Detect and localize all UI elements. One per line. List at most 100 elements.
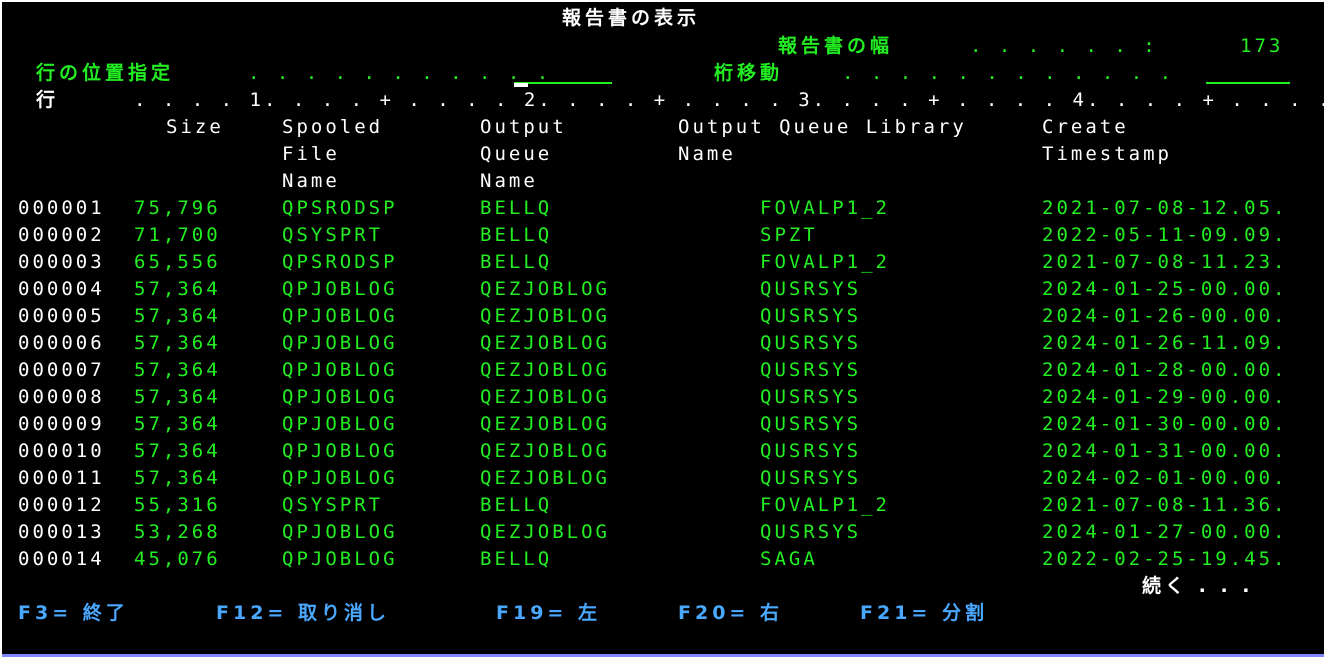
- row-number: 000012: [18, 494, 105, 516]
- table-row: 000007 57,364 QPJOBLOG QEZJOBLOG QUSRSYS…: [2, 357, 1324, 384]
- table-row: 000003 65,556 QPSRODSP BELLQ FOVALP1_2 2…: [2, 249, 1324, 276]
- row-queue-library: QUSRSYS: [760, 521, 862, 543]
- row-number: 000011: [18, 467, 105, 489]
- table-row: 000002 71,700 QSYSPRT BELLQ SPZT 2022-05…: [2, 222, 1324, 249]
- row-spooled-file: QPJOBLOG: [282, 521, 398, 543]
- row-size: 57,364: [134, 440, 221, 462]
- row-timestamp: 2024-01-25-00.00.: [1042, 278, 1288, 300]
- row-spooled-file: QPJOBLOG: [282, 305, 398, 327]
- table-row: 000010 57,364 QPJOBLOG QEZJOBLOG QUSRSYS…: [2, 438, 1324, 465]
- row-output-queue: QEZJOBLOG: [480, 305, 610, 327]
- row-spooled-file: QPJOBLOG: [282, 386, 398, 408]
- row-queue-library: QUSRSYS: [760, 413, 862, 435]
- row-output-queue: BELLQ: [480, 494, 553, 516]
- row-size: 57,364: [134, 386, 221, 408]
- shift-columns-input[interactable]: [1206, 82, 1290, 84]
- row-size: 45,076: [134, 548, 221, 570]
- row-timestamp: 2024-01-28-00.00.: [1042, 359, 1288, 381]
- table-row: 000001 75,796 QPSRODSP BELLQ FOVALP1_2 2…: [2, 195, 1324, 222]
- row-timestamp: 2021-07-08-11.23.: [1042, 251, 1288, 273]
- f12-cancel-key[interactable]: F12= 取り消し: [216, 600, 390, 627]
- row-spooled-file: QSYSPRT: [282, 224, 384, 246]
- row-timestamp: 2021-07-08-11.36.: [1042, 494, 1288, 516]
- row-number: 000002: [18, 224, 105, 246]
- row-size: 65,556: [134, 251, 221, 273]
- ruler-label: 行: [36, 89, 60, 111]
- row-output-queue: QEZJOBLOG: [480, 278, 610, 300]
- header-spooled-3: Name: [282, 170, 340, 192]
- row-queue-library: SAGA: [760, 548, 818, 570]
- row-queue-library: QUSRSYS: [760, 332, 862, 354]
- header-outq-1: Output: [480, 116, 567, 138]
- row-number: 000008: [18, 386, 105, 408]
- table-row: 000014 45,076 QPJOBLOG BELLQ SAGA 2022-0…: [2, 546, 1324, 573]
- report-width-value: 173: [1240, 35, 1284, 57]
- row-timestamp: 2024-01-29-00.00.: [1042, 386, 1288, 408]
- row-number: 000009: [18, 413, 105, 435]
- position-row-input[interactable]: [514, 82, 612, 84]
- row-timestamp: 2024-01-26-00.00.: [1042, 305, 1288, 327]
- header-size: Size: [166, 116, 224, 138]
- table-row: 000012 55,316 QSYSPRT BELLQ FOVALP1_2 20…: [2, 492, 1324, 519]
- table-row: 000004 57,364 QPJOBLOG QEZJOBLOG QUSRSYS…: [2, 276, 1324, 303]
- shift-columns-dots: . . . . . . . . . . . .: [842, 62, 1175, 84]
- position-row-dots: . . . . . . . . . . .: [248, 62, 552, 84]
- row-spooled-file: QPJOBLOG: [282, 413, 398, 435]
- row-output-queue: BELLQ: [480, 224, 553, 246]
- row-spooled-file: QPSRODSP: [282, 197, 398, 219]
- header-outq-3: Name: [480, 170, 538, 192]
- row-number: 000010: [18, 440, 105, 462]
- row-spooled-file: QPJOBLOG: [282, 440, 398, 462]
- header-outqlib-1: Output Queue Library: [678, 116, 967, 138]
- row-timestamp: 2024-01-31-00.00.: [1042, 440, 1288, 462]
- row-queue-library: QUSRSYS: [760, 359, 862, 381]
- row-queue-library: QUSRSYS: [760, 467, 862, 489]
- row-spooled-file: QPSRODSP: [282, 251, 398, 273]
- row-number: 000006: [18, 332, 105, 354]
- row-spooled-file: QPJOBLOG: [282, 332, 398, 354]
- table-row: 000006 57,364 QPJOBLOG QEZJOBLOG QUSRSYS…: [2, 330, 1324, 357]
- header-spooled-1: Spooled: [282, 116, 384, 138]
- table-row: 000005 57,364 QPJOBLOG QEZJOBLOG QUSRSYS…: [2, 303, 1324, 330]
- row-queue-library: QUSRSYS: [760, 305, 862, 327]
- report-width-dots: . . . . . . :: [970, 35, 1158, 57]
- f3-exit-key[interactable]: F3= 終了: [18, 600, 129, 627]
- row-spooled-file: QPJOBLOG: [282, 548, 398, 570]
- table-row: 000009 57,364 QPJOBLOG QEZJOBLOG QUSRSYS…: [2, 411, 1324, 438]
- row-queue-library: FOVALP1_2: [760, 197, 890, 219]
- position-row-label: 行の位置指定: [36, 62, 175, 84]
- more-indicator: 続く . . .: [1142, 575, 1254, 597]
- row-number: 000003: [18, 251, 105, 273]
- row-spooled-file: QPJOBLOG: [282, 359, 398, 381]
- row-timestamp: 2024-01-30-00.00.: [1042, 413, 1288, 435]
- row-output-queue: QEZJOBLOG: [480, 440, 610, 462]
- row-queue-library: QUSRSYS: [760, 386, 862, 408]
- f21-split-key[interactable]: F21= 分割: [860, 600, 988, 627]
- report-width-label: 報告書の幅: [778, 35, 894, 57]
- row-size: 75,796: [134, 197, 221, 219]
- row-timestamp: 2024-02-01-00.00.: [1042, 467, 1288, 489]
- row-number: 000014: [18, 548, 105, 570]
- row-output-queue: BELLQ: [480, 251, 553, 273]
- row-spooled-file: QSYSPRT: [282, 494, 384, 516]
- row-queue-library: SPZT: [760, 224, 818, 246]
- row-number: 000013: [18, 521, 105, 543]
- row-size: 57,364: [134, 413, 221, 435]
- row-size: 57,364: [134, 278, 221, 300]
- row-output-queue: QEZJOBLOG: [480, 413, 610, 435]
- terminal-screen: 報告書の表示 報告書の幅 . . . . . . : 173 行の位置指定 . …: [2, 2, 1324, 657]
- row-output-queue: BELLQ: [480, 548, 553, 570]
- row-timestamp: 2022-02-25-19.45.: [1042, 548, 1288, 570]
- f20-right-key[interactable]: F20= 右: [678, 600, 783, 627]
- header-create-1: Create: [1042, 116, 1129, 138]
- row-output-queue: QEZJOBLOG: [480, 332, 610, 354]
- header-outq-2: Queue: [480, 143, 553, 165]
- row-size: 57,364: [134, 359, 221, 381]
- row-output-queue: BELLQ: [480, 197, 553, 219]
- row-number: 000001: [18, 197, 105, 219]
- header-spooled-2: File: [282, 143, 340, 165]
- row-spooled-file: QPJOBLOG: [282, 278, 398, 300]
- header-create-2: Timestamp: [1042, 143, 1172, 165]
- f19-left-key[interactable]: F19= 左: [496, 600, 601, 627]
- row-queue-library: QUSRSYS: [760, 440, 862, 462]
